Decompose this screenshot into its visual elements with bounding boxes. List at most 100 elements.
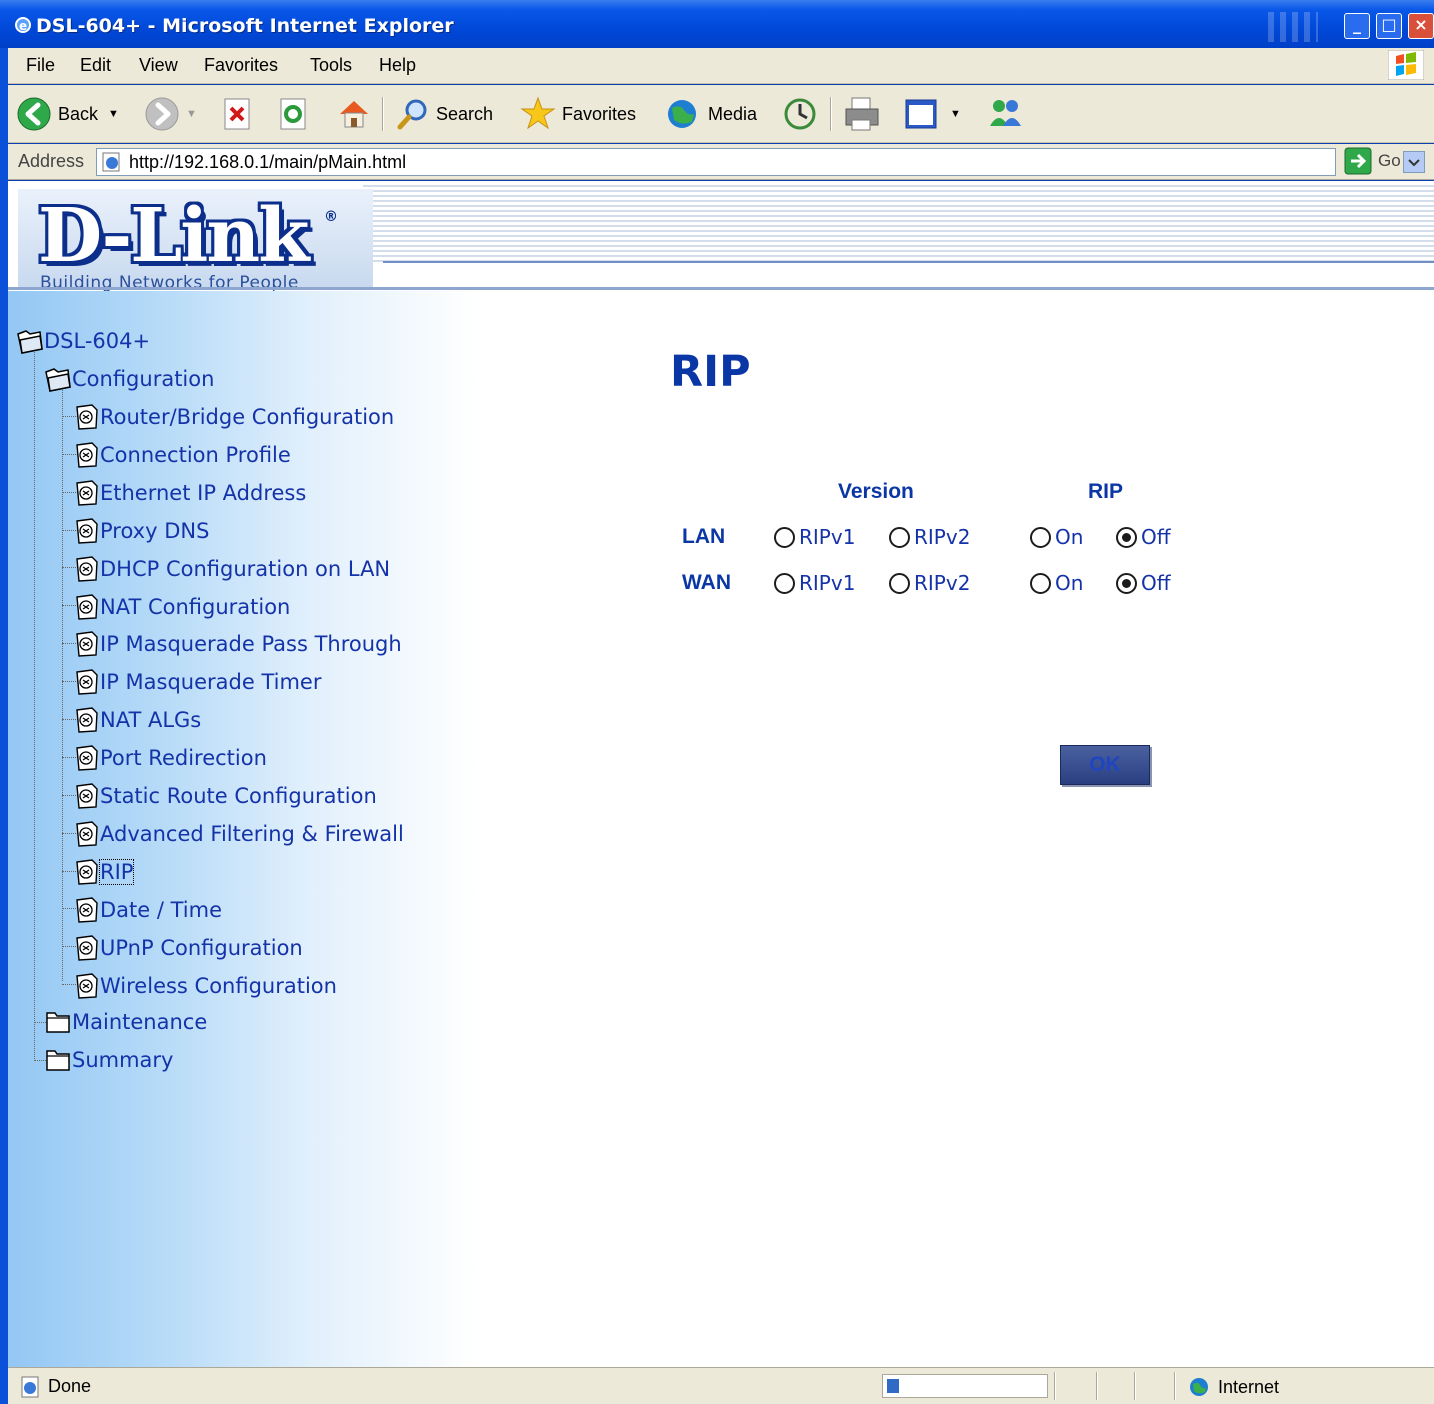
forward-button[interactable]: ▼ — [144, 94, 197, 134]
tree-node-label: Maintenance — [72, 1010, 208, 1034]
status-text: Done — [48, 1376, 92, 1396]
media-button[interactable]: Media — [664, 94, 757, 134]
menu-tools[interactable]: Tools — [310, 55, 352, 76]
dlink-logo-text: D-Link — [38, 193, 309, 279]
banner-stripes — [363, 185, 1434, 263]
tree-item-dhcp-configuration-on-lan[interactable]: DHCP Configuration on LAN — [72, 555, 390, 583]
lan-ripv2-radio[interactable]: RIPv2 — [889, 525, 970, 549]
internet-globe-icon — [1190, 1378, 1208, 1396]
radio-button[interactable] — [1030, 572, 1051, 594]
tree-item-ip-masquerade-timer[interactable]: IP Masquerade Timer — [72, 668, 321, 696]
tree-item-label: Port Redirection — [100, 746, 267, 770]
go-label: Go — [1378, 151, 1401, 170]
tree-item-label: IP Masquerade Pass Through — [100, 632, 402, 656]
tree-item-label: NAT Configuration — [100, 595, 291, 619]
tree-item-label: Static Route Configuration — [100, 784, 377, 808]
print-button[interactable] — [842, 94, 882, 134]
go-arrow-icon — [1344, 147, 1372, 175]
tree-node-label: DSL-604+ — [44, 329, 151, 353]
status-separator — [1054, 1372, 1056, 1400]
go-button[interactable]: Go — [1344, 147, 1401, 175]
search-icon — [397, 99, 427, 130]
home-button[interactable] — [336, 94, 372, 134]
search-label: Search — [436, 103, 494, 124]
menu-file[interactable]: File — [26, 55, 55, 76]
lan-rip-off-radio[interactable]: Off — [1116, 525, 1171, 549]
tree-line — [62, 377, 63, 981]
radio-button[interactable] — [1030, 526, 1051, 548]
tree-item-ip-masquerade-pass-through[interactable]: IP Masquerade Pass Through — [72, 630, 402, 658]
tree-item-proxy-dns[interactable]: Proxy DNS — [72, 517, 209, 545]
tree-item-router-bridge-configuration[interactable]: Router/Bridge Configuration — [72, 403, 394, 431]
page-document-icon — [76, 442, 98, 468]
menu-favorites[interactable]: Favorites — [204, 55, 278, 76]
menu-help[interactable]: Help — [379, 55, 416, 76]
tree-node-configuration[interactable]: Configuration — [44, 365, 214, 393]
tree-node-label: Summary — [72, 1048, 174, 1072]
version-column-header: Version — [838, 480, 914, 503]
status-bar: Done Internet — [8, 1367, 1434, 1404]
menu-edit[interactable]: Edit — [80, 55, 111, 76]
tree-item-rip[interactable]: RIP — [72, 858, 135, 886]
refresh-button[interactable] — [278, 94, 310, 134]
ok-button[interactable]: OK — [1060, 745, 1150, 785]
page-document-icon — [76, 745, 98, 771]
page-title: RIP — [670, 347, 751, 397]
printer-icon — [845, 97, 879, 131]
favorites-button[interactable]: Favorites — [520, 94, 636, 134]
radio-button-selected[interactable] — [1116, 572, 1137, 594]
tree-item-date-time[interactable]: Date / Time — [72, 896, 222, 924]
radio-button[interactable] — [889, 572, 910, 594]
wan-rip-off-radio[interactable]: Off — [1116, 571, 1171, 595]
tree-item-connection-profile[interactable]: Connection Profile — [72, 441, 291, 469]
tree-item-wireless-configuration[interactable]: Wireless Configuration — [72, 972, 337, 1000]
tree-item-nat-algs[interactable]: NAT ALGs — [72, 706, 201, 734]
radio-button[interactable] — [774, 526, 795, 548]
tree-item-advanced-filtering-firewall[interactable]: Advanced Filtering & Firewall — [72, 820, 404, 848]
tree-item-upnp-configuration[interactable]: UPnP Configuration — [72, 934, 303, 962]
edit-dropdown-icon[interactable]: ▼ — [950, 108, 961, 120]
forward-dropdown-icon[interactable]: ▼ — [186, 108, 197, 120]
menu-view[interactable]: View — [139, 55, 178, 76]
dlink-logo: D-Link ® Building Networks for People — [18, 189, 373, 293]
progress-bar — [882, 1374, 1048, 1398]
progress-fill — [887, 1379, 899, 1393]
edit-button[interactable]: ▼ — [904, 94, 961, 134]
radio-label: RIPv2 — [914, 571, 971, 595]
messenger-button[interactable] — [986, 94, 1026, 134]
search-button[interactable]: Search — [396, 94, 493, 134]
lan-ripv1-radio[interactable]: RIPv1 — [774, 525, 855, 549]
address-dropdown-icon[interactable] — [1403, 151, 1425, 173]
tree-item-ethernet-ip-address[interactable]: Ethernet IP Address — [72, 479, 306, 507]
tree-item-static-route-configuration[interactable]: Static Route Configuration — [72, 782, 377, 810]
close-button[interactable]: × — [1408, 13, 1434, 39]
home-icon — [340, 101, 368, 128]
tree-item-nat-configuration[interactable]: NAT Configuration — [72, 593, 290, 621]
wan-rip-on-radio[interactable]: On — [1030, 571, 1083, 595]
wan-ripv1-radio[interactable]: RIPv1 — [774, 571, 855, 595]
lan-rip-on-radio[interactable]: On — [1030, 525, 1083, 549]
radio-button[interactable] — [774, 572, 795, 594]
tree-node-root[interactable]: DSL-604+ — [16, 327, 150, 355]
back-button[interactable]: Back ▼ — [16, 94, 119, 134]
address-input[interactable]: http://192.168.0.1/main/pMain.html — [96, 148, 1425, 176]
forward-arrow-icon — [145, 97, 179, 131]
wan-row-label: WAN — [682, 571, 731, 594]
radio-button[interactable] — [889, 526, 910, 548]
toolbar: Back ▼ ▼ Search Favorites Media ▼ — [8, 85, 1434, 143]
history-button[interactable] — [782, 94, 818, 134]
tree-node-summary[interactable]: Summary — [44, 1046, 173, 1074]
svg-text:e: e — [19, 19, 27, 33]
back-dropdown-icon[interactable]: ▼ — [108, 108, 119, 120]
page-document-icon — [76, 859, 98, 885]
stop-button[interactable] — [222, 94, 254, 134]
status-separator — [1174, 1372, 1176, 1400]
tree-node-maintenance[interactable]: Maintenance — [44, 1008, 207, 1036]
stop-icon — [224, 98, 250, 130]
tree-item-port-redirection[interactable]: Port Redirection — [72, 744, 267, 772]
toolbar-separator — [830, 97, 832, 131]
maximize-button[interactable]: □ — [1376, 13, 1402, 39]
minimize-button[interactable]: _ — [1344, 13, 1370, 39]
wan-ripv2-radio[interactable]: RIPv2 — [889, 571, 970, 595]
radio-button-selected[interactable] — [1116, 526, 1137, 548]
